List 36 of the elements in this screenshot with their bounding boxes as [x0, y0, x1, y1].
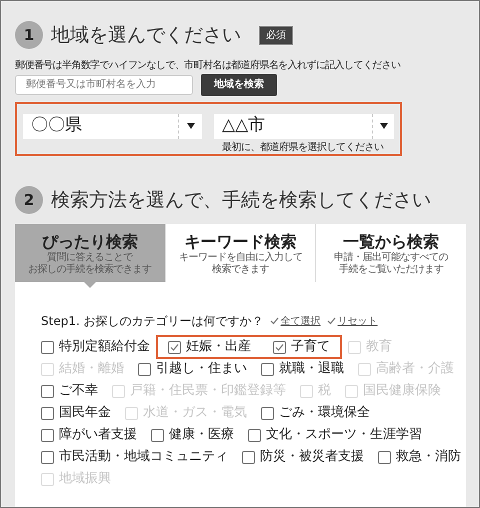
search-button[interactable]: 地域を検索 — [201, 74, 277, 96]
required-badge: 必須 — [259, 26, 293, 45]
instruction-text: 郵便番号は半角数字でハイフンなしで、市町村名は都道府県名を入れずに記入してください — [15, 60, 402, 72]
category-checkbox[interactable]: ご不幸 — [41, 381, 98, 401]
select-all-link[interactable]: 全て選択 — [280, 314, 321, 328]
category-checkbox[interactable]: 障がい者支援 — [41, 425, 137, 445]
category-checkbox[interactable]: 救急・消防 — [378, 447, 461, 467]
category-checkbox[interactable]: 就職・退職 — [261, 359, 344, 379]
section-title: 検索方法を選んで、手続を検索してください — [51, 188, 431, 212]
section-title: 地域を選んでください — [51, 23, 241, 48]
checkmark-icon — [270, 317, 279, 325]
category-checkbox[interactable]: 妊娠・出産 — [168, 337, 251, 357]
dropdown-arrow-icon — [186, 123, 194, 129]
prefecture-dropdown[interactable]: 〇〇県 — [23, 114, 202, 138]
category-checkbox[interactable]: ごみ・環境保全 — [261, 403, 370, 423]
category-checkbox[interactable]: 特別定額給付金 — [41, 337, 150, 357]
checkmark-icon — [170, 342, 179, 352]
search-field[interactable]: 郵便番号又は市町村名を入力 — [15, 74, 193, 94]
category-checkbox[interactable]: 文化・スポーツ・生涯学習 — [248, 425, 422, 445]
category-checkbox[interactable]: 国民年金 — [41, 403, 111, 423]
category-checkbox[interactable]: 引越し・住まい — [138, 359, 247, 379]
city-dropdown[interactable]: △△市 — [214, 114, 394, 138]
step-question: Step1. お探しのカテゴリーは何ですか？ — [41, 313, 264, 330]
search-method-tab[interactable]: 一覧から検索 申請・届出可能なすべての 手続をご覧いただけます — [315, 224, 466, 282]
category-checkbox[interactable]: 子育て — [273, 337, 330, 357]
city-hint: 最初に、都道府県を選択してください — [222, 140, 384, 154]
checkmark-icon — [275, 342, 284, 352]
search-method-tab[interactable]: キーワード検索 キーワードを自由に入力して 検索できます — [164, 224, 316, 282]
reset-link[interactable]: リセット — [338, 314, 378, 328]
category-checkbox[interactable]: 防災・被災者支援 — [242, 447, 364, 467]
step-number: 1 — [15, 21, 43, 50]
dropdown-arrow-icon — [380, 123, 388, 129]
category-checkbox[interactable]: 健康・医療 — [151, 425, 234, 445]
step-number: 2 — [15, 186, 43, 214]
category-checkbox[interactable]: 市民活動・地域コミュニティ — [41, 447, 228, 467]
checkmark-icon — [326, 317, 336, 325]
